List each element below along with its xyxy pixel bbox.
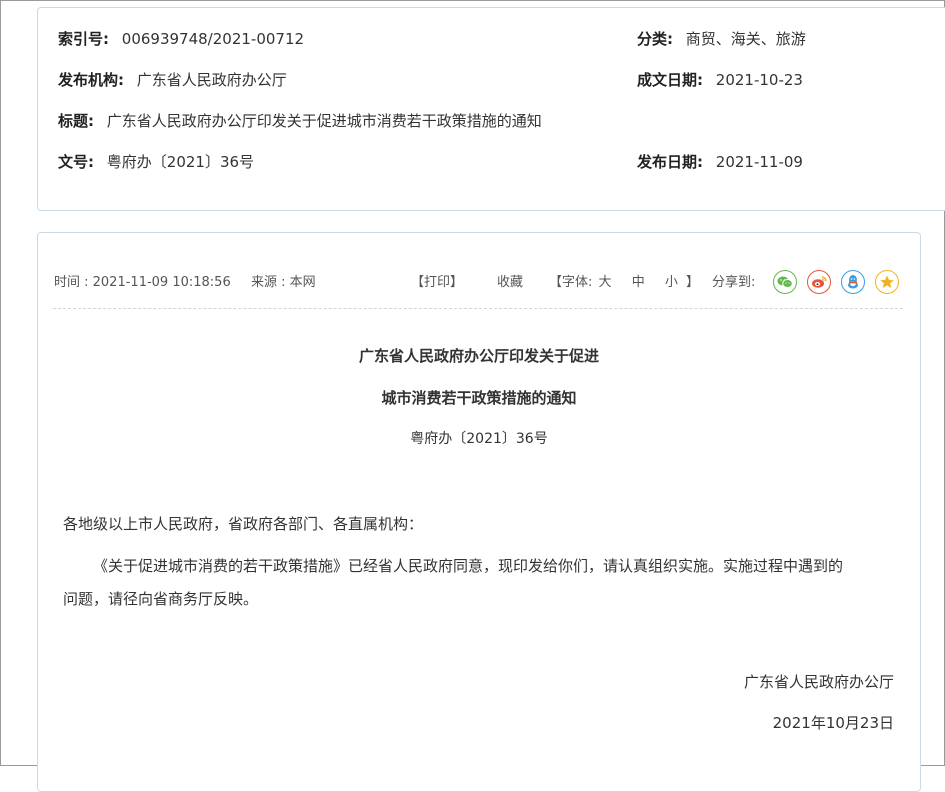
article-panel	[37, 232, 921, 792]
index-number-value: 006939748/2021-00712	[121, 30, 305, 48]
title-label: 标题:	[58, 112, 94, 130]
qzone-star-icon[interactable]	[875, 270, 899, 294]
print-link[interactable]: 【打印】	[411, 273, 463, 293]
published-date-row: 发布日期: 2021-11-09	[637, 152, 803, 172]
favorite-link[interactable]: 收藏	[497, 273, 523, 293]
issuer-value: 广东省人民政府办公厅	[136, 71, 287, 89]
category-value: 商贸、海关、旅游	[685, 30, 806, 48]
weibo-icon[interactable]	[807, 270, 831, 294]
article-doc-number: 粤府办〔2021〕36号	[410, 431, 548, 447]
index-number-row: 索引号: 006939748/2021-00712	[58, 29, 304, 49]
share-label: 分享到:	[712, 275, 756, 290]
title-row: 标题: 广东省人民政府办公厅印发关于促进城市消费若干政策措施的通知	[58, 111, 542, 131]
created-date-value: 2021-10-23	[715, 71, 803, 89]
published-date-label: 发布日期:	[637, 153, 703, 171]
meta-divider	[53, 308, 903, 309]
created-date-row: 成文日期: 2021-10-23	[637, 70, 803, 90]
article-paragraph-line-2: 问题，请径向省商务厅反映。	[63, 590, 259, 608]
font-small-button[interactable]: 小	[665, 275, 678, 290]
qq-icon[interactable]	[841, 270, 865, 294]
font-size-bracket: 】	[686, 275, 700, 290]
article-title-line-1: 广东省人民政府办公厅印发关于促进	[358, 347, 599, 365]
source-text: 来源 : 本网	[251, 275, 316, 290]
font-medium-button[interactable]: 中	[632, 275, 645, 290]
article-paragraph-line-1: 《关于促进城市消费的若干政策措施》已经省人民政府同意，现印发给你们，请认真组织实…	[93, 557, 844, 575]
category-row: 分类: 商贸、海关、旅游	[637, 29, 806, 49]
category-label: 分类:	[637, 30, 673, 48]
publish-time: 时间 : 2021-11-09 10:18:56	[54, 275, 231, 290]
title-value: 广东省人民政府办公厅印发关于促进城市消费若干政策措施的通知	[106, 112, 542, 130]
issuer-label: 发布机构:	[58, 71, 124, 89]
wechat-icon[interactable]	[773, 270, 797, 294]
article-signature: 广东省人民政府办公厅	[743, 673, 894, 691]
font-size-control: 【字体: 大 中 小 】	[549, 273, 699, 293]
index-number-label: 索引号:	[58, 30, 109, 48]
created-date-label: 成文日期:	[637, 71, 703, 89]
doc-number-row: 文号: 粤府办〔2021〕36号	[58, 152, 254, 172]
font-size-label: 【字体:	[549, 275, 593, 290]
font-large-button[interactable]: 大	[599, 275, 612, 290]
doc-number-value: 粤府办〔2021〕36号	[106, 153, 255, 171]
issuer-row: 发布机构: 广东省人民政府办公厅	[58, 70, 287, 90]
published-date-value: 2021-11-09	[715, 153, 803, 171]
doc-number-label: 文号:	[58, 153, 94, 171]
article-date: 2021年10月23日	[772, 714, 894, 732]
article-title-line-2: 城市消费若干政策措施的通知	[381, 389, 577, 407]
article-salutation: 各地级以上市人民政府，省政府各部门、各直属机构：	[63, 515, 424, 533]
